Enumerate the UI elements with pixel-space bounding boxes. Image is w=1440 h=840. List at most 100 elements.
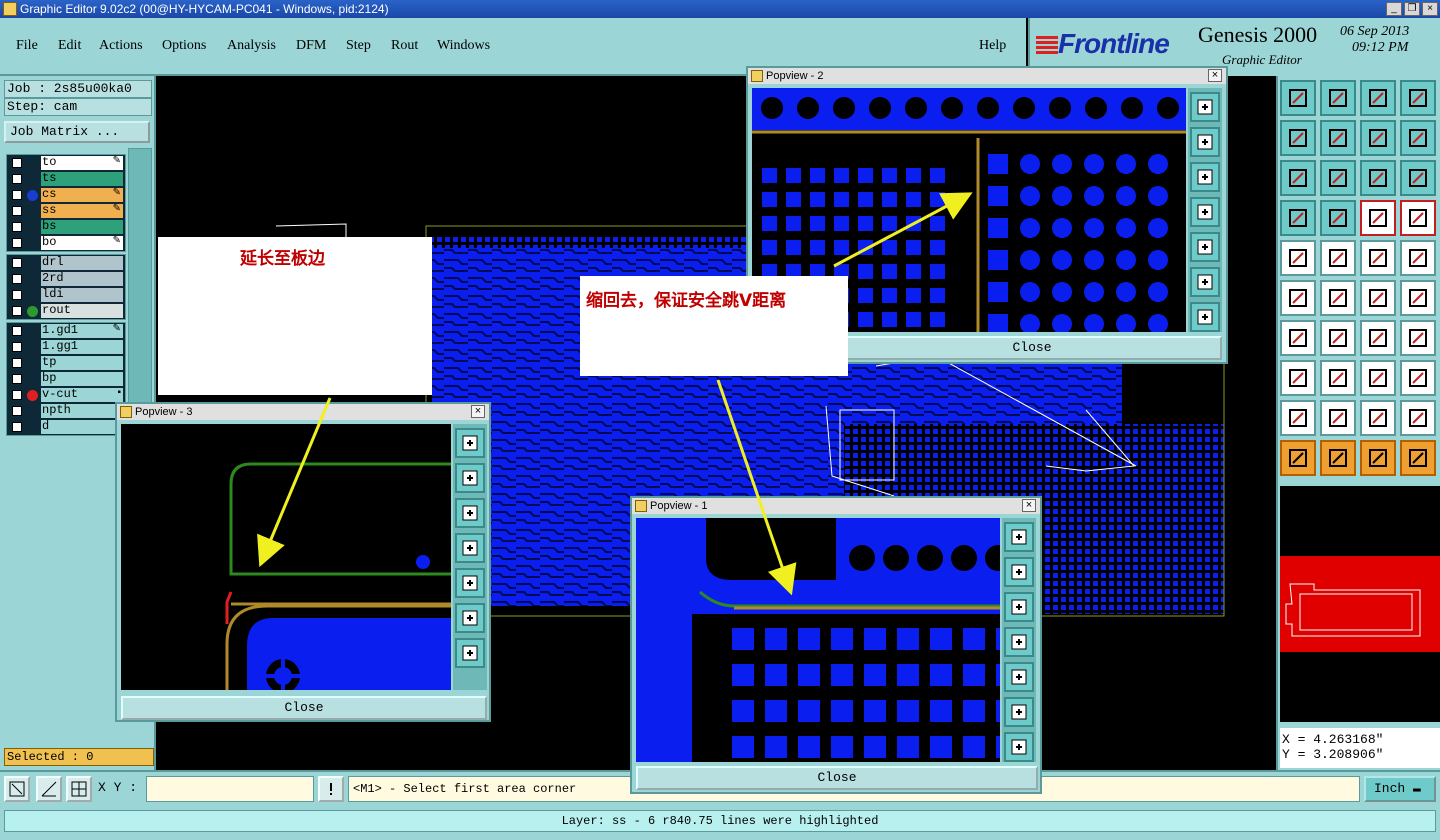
job-matrix-button[interactable]: Job Matrix ... — [4, 121, 150, 143]
layer-checkbox[interactable] — [12, 258, 22, 268]
popview-1-close-button[interactable]: Close — [636, 766, 1038, 790]
popview-2-close-button[interactable]: Close — [842, 336, 1222, 360]
home-icon[interactable] — [1360, 80, 1396, 116]
layer-checkbox[interactable] — [12, 238, 22, 248]
layer-row-1.gg1[interactable]: 1.gg1 — [7, 339, 125, 355]
move-dot-icon[interactable] — [1400, 280, 1436, 316]
arch-icon[interactable] — [1320, 400, 1356, 436]
stretch-icon[interactable] — [1360, 360, 1396, 396]
layer-checkbox[interactable] — [12, 274, 22, 284]
layer-name[interactable]: 1.gd1 — [41, 324, 123, 338]
point-icon[interactable] — [1280, 360, 1316, 396]
layer-checkbox[interactable] — [12, 374, 22, 384]
layer-row-bs[interactable]: bs — [7, 219, 125, 235]
layer-stack-2-icon[interactable] — [1400, 200, 1436, 236]
layer-checkbox[interactable] — [12, 358, 22, 368]
connect-icon[interactable] — [1280, 280, 1316, 316]
popview-3-close-button[interactable]: Close — [121, 696, 487, 720]
rotate-icon[interactable] — [1360, 320, 1396, 356]
popview-pan-icon[interactable] — [1190, 302, 1220, 332]
pad-icon[interactable] — [1400, 240, 1436, 276]
layer-name[interactable]: bo — [41, 236, 123, 250]
triangle-icon[interactable] — [1280, 400, 1316, 436]
pan-right-icon[interactable] — [1320, 120, 1356, 156]
layer-row-drl[interactable]: drl — [7, 255, 125, 271]
zoom-back-icon[interactable] — [1320, 80, 1356, 116]
popview-3-canvas[interactable] — [121, 424, 451, 690]
snap-grid-icon[interactable] — [66, 776, 92, 802]
layer-name[interactable]: v-cut — [41, 388, 123, 402]
line-draw-icon[interactable] — [1320, 320, 1356, 356]
layer-name[interactable]: to — [41, 156, 123, 170]
layer-checkbox[interactable] — [12, 342, 22, 352]
redraw-icon[interactable] — [1360, 120, 1396, 156]
layer-name[interactable]: npth — [41, 404, 123, 418]
popview-zoom-down-icon[interactable] — [455, 498, 485, 528]
query-icon[interactable] — [1400, 160, 1436, 196]
popview-2-close-icon[interactable]: × — [1208, 69, 1222, 82]
layer-checkbox[interactable] — [12, 290, 22, 300]
popview-zoom-left-icon[interactable] — [1190, 197, 1220, 227]
popview-zoom-up-icon[interactable] — [1004, 557, 1034, 587]
layer-row-ts[interactable]: ts — [7, 171, 125, 187]
popview-zoom-fit-icon[interactable] — [455, 603, 485, 633]
refresh-icon[interactable] — [1400, 120, 1436, 156]
menu-actions[interactable]: Actions — [99, 38, 143, 54]
select-pad-icon[interactable] — [1280, 240, 1316, 276]
cut-icon[interactable] — [1320, 360, 1356, 396]
window-icon[interactable] — [1400, 80, 1436, 116]
close-icon[interactable]: × — [1422, 2, 1438, 16]
layer-row-2rd[interactable]: 2rd — [7, 271, 125, 287]
menu-help[interactable]: Help — [979, 38, 1006, 54]
pointer-box-icon[interactable] — [1320, 440, 1356, 476]
net-icon[interactable] — [1400, 440, 1436, 476]
popview-1-close-icon[interactable]: × — [1022, 499, 1036, 512]
layer-row-v-cut[interactable]: v-cut ▪ — [7, 387, 125, 403]
layer-checkbox[interactable] — [12, 206, 22, 216]
maximize-icon[interactable]: ❐ — [1404, 2, 1420, 16]
popview-zoom-right-icon[interactable] — [1190, 232, 1220, 262]
popview-zoom-fit-icon[interactable] — [1004, 697, 1034, 727]
popview-zoom-down-icon[interactable] — [1190, 162, 1220, 192]
unit-selector[interactable]: Inch ▬ — [1364, 776, 1436, 802]
popview-3[interactable]: Popview - 3 × Close — [115, 402, 491, 722]
fit-icon[interactable] — [1280, 160, 1316, 196]
pointer-2-icon[interactable] — [1360, 440, 1396, 476]
layer-checkbox[interactable] — [12, 174, 22, 184]
menu-options[interactable]: Options — [162, 38, 206, 54]
layer-name[interactable]: ldi — [41, 288, 123, 302]
line-angle-icon[interactable] — [1280, 320, 1316, 356]
zoom-area-icon[interactable] — [4, 776, 30, 802]
layer-checkbox[interactable] — [12, 222, 22, 232]
layer-checkbox[interactable] — [12, 390, 22, 400]
layer-row-bo[interactable]: bo ✎ — [7, 235, 125, 251]
layer-row-npth[interactable]: npth — [7, 403, 125, 419]
delete-icon[interactable] — [1320, 280, 1356, 316]
ruler-icon[interactable] — [1360, 240, 1396, 276]
pen-icon[interactable] — [1320, 240, 1356, 276]
arch-2-icon[interactable] — [1360, 400, 1396, 436]
menu-windows[interactable]: Windows — [437, 38, 490, 54]
scale-1-2-icon[interactable] — [1360, 160, 1396, 196]
layer-checkbox[interactable] — [12, 306, 22, 316]
zoom-home-icon[interactable] — [1280, 80, 1316, 116]
minimize-icon[interactable]: _ — [1386, 2, 1402, 16]
layer-name[interactable]: 2rd — [41, 272, 123, 286]
menu-edit[interactable]: Edit — [58, 38, 81, 54]
layer-checkbox[interactable] — [12, 406, 22, 416]
layer-stack-icon[interactable] — [1360, 200, 1396, 236]
popview-zoom-up-icon[interactable] — [1190, 127, 1220, 157]
layer-row-d[interactable]: d — [7, 419, 125, 435]
popview-zoom-in-icon[interactable] — [1190, 92, 1220, 122]
mirror-icon[interactable] — [1400, 320, 1436, 356]
xy-input[interactable] — [146, 776, 314, 802]
layer-row-ss[interactable]: ss ✎ — [7, 203, 125, 219]
popview-zoom-right-icon[interactable] — [455, 568, 485, 598]
layer-name[interactable]: cs — [41, 188, 123, 202]
layer-row-bp[interactable]: bp — [7, 371, 125, 387]
popview-pan-icon[interactable] — [1004, 732, 1034, 762]
layer-name[interactable]: rout — [41, 304, 123, 318]
layer-row-tp[interactable]: tp — [7, 355, 125, 371]
layer-name[interactable]: drl — [41, 256, 123, 270]
arch-3-icon[interactable] — [1400, 400, 1436, 436]
